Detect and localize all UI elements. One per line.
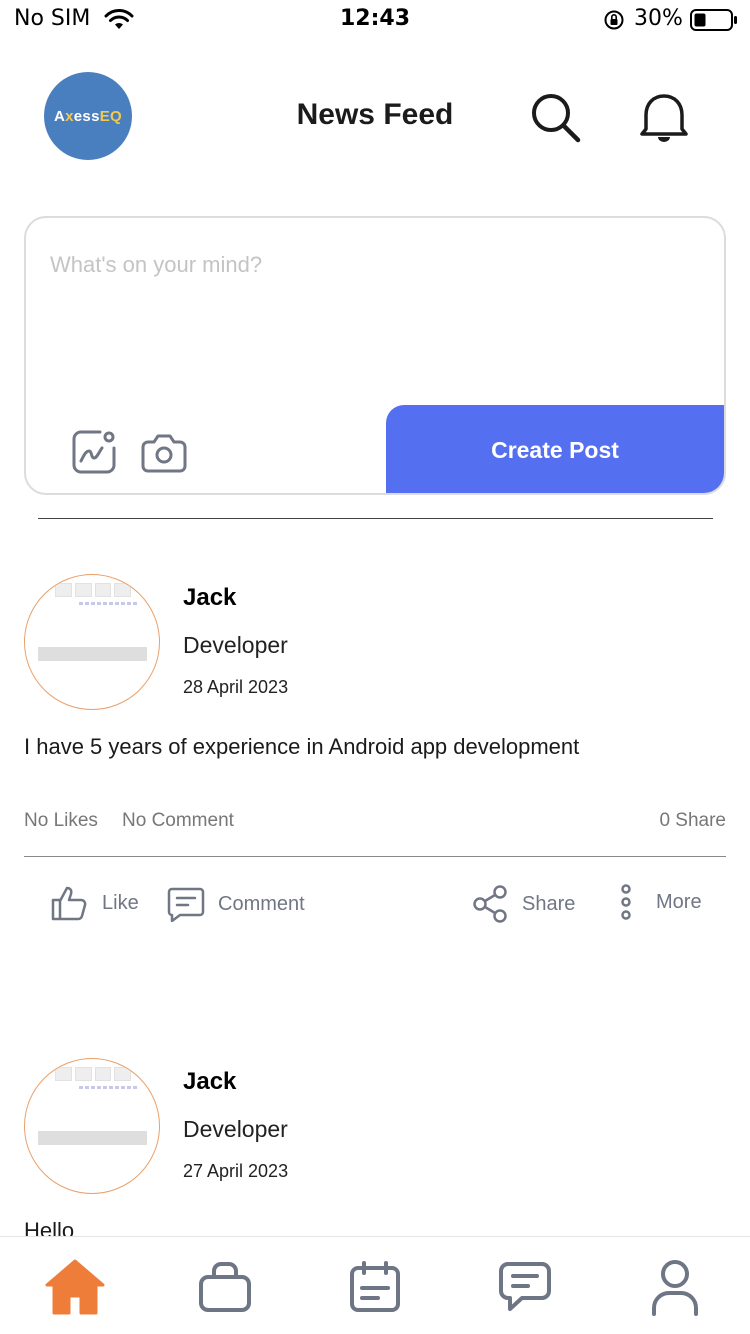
like-label: Like [102, 891, 139, 914]
share-label: Share [522, 892, 576, 915]
post-date: 27 April 2023 [183, 1161, 289, 1181]
post-author-role: Developer [183, 632, 288, 658]
bottom-tab-bar [0, 1236, 750, 1334]
search-icon[interactable] [526, 88, 586, 148]
post-author-role: Developer [183, 1116, 288, 1142]
likes-count[interactable]: No Likes [24, 810, 98, 832]
more-vertical-icon [621, 884, 631, 920]
battery-percent: 30% [634, 6, 683, 31]
home-icon [45, 1259, 105, 1315]
comment-label: Comment [218, 892, 305, 915]
gallery-icon[interactable] [70, 428, 118, 476]
avatar[interactable] [24, 1058, 160, 1194]
calendar-icon [350, 1261, 400, 1312]
bell-icon[interactable] [634, 88, 694, 148]
post-date: 28 April 2023 [183, 677, 289, 697]
thumbs-up-icon [51, 886, 87, 921]
post-stats: No Likes No Comment 0 Share [24, 810, 726, 836]
shares-count: 0 Share [659, 810, 726, 831]
post-author-name[interactable]: Jack [183, 1068, 236, 1096]
comment-icon [167, 887, 205, 922]
comment-button[interactable]: Comment [166, 886, 305, 922]
battery-icon [690, 9, 737, 31]
divider [24, 856, 726, 857]
more-button[interactable]: More [614, 882, 702, 922]
avatar[interactable] [24, 574, 160, 710]
camera-icon[interactable] [140, 430, 188, 474]
share-icon [473, 885, 507, 923]
briefcase-icon [199, 1262, 251, 1312]
tab-profile[interactable] [643, 1257, 707, 1317]
tab-messages[interactable] [493, 1257, 557, 1317]
comments-count[interactable]: No Comment [122, 810, 234, 832]
share-button[interactable]: Share [472, 884, 575, 924]
tab-home[interactable] [43, 1257, 107, 1317]
status-bar: No SIM 12:43 30% [0, 0, 750, 40]
like-button[interactable]: Like [50, 884, 139, 922]
profile-icon [652, 1260, 698, 1316]
post-composer: What's on your mind? Create Post [24, 216, 726, 495]
tab-calendar[interactable] [343, 1257, 407, 1317]
chat-icon [499, 1262, 551, 1311]
divider [38, 518, 713, 519]
post-author-name[interactable]: Jack [183, 584, 236, 612]
tab-jobs[interactable] [193, 1257, 257, 1317]
rotation-lock-icon [604, 10, 624, 30]
post-actions: Like Comment Share More [0, 882, 750, 926]
post-input[interactable]: What's on your mind? [50, 252, 690, 278]
more-label: More [656, 890, 702, 913]
post-body: I have 5 years of experience in Android … [24, 734, 580, 759]
create-post-button[interactable]: Create Post [386, 405, 724, 493]
